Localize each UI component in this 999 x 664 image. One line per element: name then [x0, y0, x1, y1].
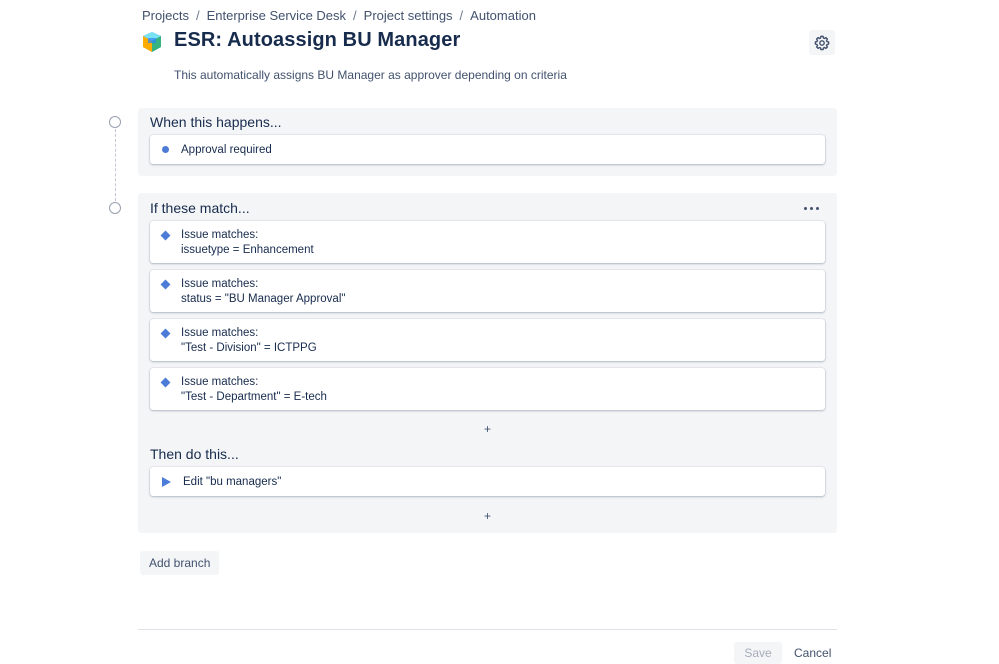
- trigger-step-marker: [109, 116, 121, 128]
- breadcrumb: Projects / Enterprise Service Desk / Pro…: [142, 8, 536, 23]
- condition-diamond-icon: [160, 377, 171, 388]
- save-button[interactable]: Save: [734, 642, 782, 664]
- condition-title: Issue matches:: [181, 376, 259, 388]
- page-title: ESR: Autoassign BU Manager: [174, 29, 461, 51]
- breadcrumb-enterprise-service-desk[interactable]: Enterprise Service Desk: [207, 8, 346, 23]
- condition-diamond-icon: [160, 328, 171, 339]
- condition-diamond-icon: [160, 230, 171, 241]
- trigger-panel: When this happens... Approval required: [138, 108, 837, 176]
- condition-title: Issue matches:: [181, 278, 259, 290]
- breadcrumb-separator: /: [353, 8, 357, 23]
- conditions-panel: If these match... Issue matches: issuety…: [138, 193, 837, 533]
- condition-diamond-icon: [160, 279, 171, 290]
- condition-detail: status = "BU Manager Approval": [181, 293, 346, 305]
- breadcrumb-project-settings[interactable]: Project settings: [364, 8, 453, 23]
- add-condition-button[interactable]: +: [484, 422, 491, 436]
- breadcrumb-projects[interactable]: Projects: [142, 8, 189, 23]
- action-card[interactable]: Edit "bu managers": [150, 467, 825, 496]
- trigger-label: Approval required: [181, 144, 272, 156]
- footer-divider: [138, 629, 837, 630]
- breadcrumb-separator: /: [195, 8, 200, 23]
- settings-button[interactable]: [809, 30, 835, 55]
- condition-card[interactable]: Issue matches: status = "BU Manager Appr…: [150, 270, 825, 312]
- trigger-dot-icon: [162, 146, 169, 153]
- condition-detail: "Test - Department" = E-tech: [181, 391, 327, 403]
- play-icon: [162, 477, 171, 487]
- condition-title: Issue matches:: [181, 229, 259, 241]
- trigger-card[interactable]: Approval required: [150, 135, 825, 164]
- more-dot: [809, 206, 813, 210]
- more-dot: [815, 206, 819, 210]
- gear-icon: [814, 35, 830, 50]
- condition-detail: "Test - Division" = ICTPPG: [181, 342, 317, 354]
- add-action-button[interactable]: +: [484, 509, 491, 523]
- condition-card[interactable]: Issue matches: "Test - Division" = ICTPP…: [150, 319, 825, 361]
- condition-card[interactable]: Issue matches: issuetype = Enhancement: [150, 221, 825, 263]
- cancel-button[interactable]: Cancel: [794, 642, 831, 664]
- add-branch-button[interactable]: Add branch: [140, 551, 220, 575]
- breadcrumb-separator: /: [459, 8, 464, 23]
- conditions-heading: If these match...: [150, 200, 250, 216]
- timeline-connector: [115, 129, 116, 201]
- condition-card[interactable]: Issue matches: "Test - Department" = E-t…: [150, 368, 825, 410]
- action-label: Edit "bu managers": [183, 476, 282, 488]
- trigger-heading: When this happens...: [150, 114, 282, 130]
- condition-title: Issue matches:: [181, 327, 259, 339]
- actions-heading: Then do this...: [150, 446, 239, 462]
- condition-detail: issuetype = Enhancement: [181, 244, 314, 256]
- more-dot: [803, 206, 807, 210]
- project-logo: [142, 31, 162, 53]
- breadcrumb-automation[interactable]: Automation: [470, 8, 536, 23]
- rule-description: This automatically assigns BU Manager as…: [174, 68, 567, 82]
- condition-step-marker: [109, 202, 121, 214]
- more-options-button[interactable]: [801, 200, 821, 216]
